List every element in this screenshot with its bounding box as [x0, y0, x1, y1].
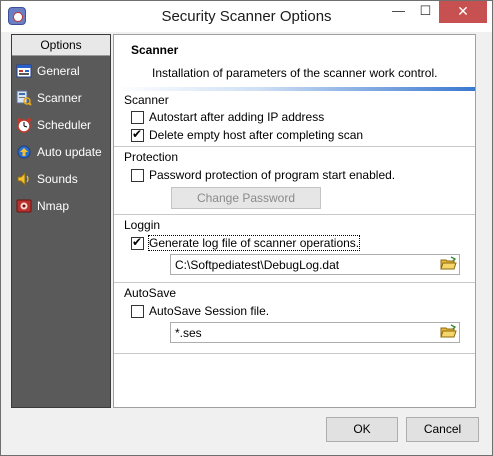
autostart-checkbox[interactable]	[131, 111, 144, 124]
maximize-button[interactable]: ☐	[412, 1, 439, 23]
sidebar-item-label: Scheduler	[37, 118, 92, 132]
open-folder-icon[interactable]	[440, 324, 457, 340]
autostart-label[interactable]: Autostart after adding IP address	[149, 110, 324, 124]
change-password-button[interactable]: Change Password	[171, 187, 321, 209]
scanner-icon	[16, 90, 32, 106]
log-file-path[interactable]: C:\Softpediatest\DebugLog.dat	[175, 258, 339, 272]
sidebar-item-sounds[interactable]: Sounds	[12, 168, 110, 192]
close-button[interactable]: ✕	[439, 1, 487, 23]
sidebar-item-label: Scanner	[37, 91, 82, 105]
section-header: Scanner Installation of parameters of th…	[114, 35, 475, 87]
autosave-group: AutoSave AutoSave Session file. *.ses	[114, 286, 475, 354]
options-sidebar: Options General Scanner Scheduler Auto u…	[11, 34, 111, 408]
sidebar-header: Options	[12, 35, 110, 56]
generate-log-checkbox[interactable]	[131, 235, 144, 250]
dialog-footer: OK Cancel	[1, 411, 492, 455]
general-icon	[16, 64, 32, 78]
sidebar-item-general[interactable]: General	[12, 60, 110, 84]
sidebar-item-scheduler[interactable]: Scheduler	[12, 114, 110, 138]
sidebar-item-auto-update[interactable]: Auto update	[12, 141, 110, 165]
group-title: AutoSave	[124, 286, 177, 300]
generate-log-label[interactable]: Generate log file of scanner operations.	[147, 235, 361, 251]
minimize-button[interactable]: —	[385, 1, 412, 23]
session-file-path[interactable]: *.ses	[175, 326, 202, 340]
autosave-session-label[interactable]: AutoSave Session file.	[149, 304, 269, 318]
speaker-icon	[17, 171, 29, 187]
group-title: Protection	[124, 150, 179, 164]
sidebar-item-label: General	[37, 64, 80, 78]
nmap-icon	[16, 199, 32, 213]
section-title: Scanner	[131, 43, 179, 57]
group-title: Scanner	[124, 93, 169, 107]
scanner-group: Scanner Autostart after adding IP addres…	[114, 93, 475, 147]
sidebar-item-nmap[interactable]: Nmap	[12, 195, 110, 219]
sidebar-item-label: Auto update	[37, 145, 102, 159]
update-icon	[17, 145, 31, 159]
cancel-button[interactable]: Cancel	[406, 417, 479, 442]
sidebar-item-label: Sounds	[37, 172, 78, 186]
session-file-path-field[interactable]: *.ses	[170, 322, 460, 343]
ok-button[interactable]: OK	[326, 417, 398, 442]
sidebar-item-scanner[interactable]: Scanner	[12, 87, 110, 111]
password-protection-checkbox[interactable]	[131, 169, 144, 182]
clock-icon	[17, 118, 31, 133]
sidebar-item-label: Nmap	[37, 199, 70, 213]
log-file-path-field[interactable]: C:\Softpediatest\DebugLog.dat	[170, 254, 460, 275]
group-title: Loggin	[124, 218, 161, 232]
delete-empty-host-checkbox[interactable]	[131, 127, 144, 142]
section-description: Installation of parameters of the scanne…	[152, 66, 438, 80]
delete-empty-host-label[interactable]: Delete empty host after completing scan	[149, 128, 363, 142]
title-bar[interactable]: Security Scanner Options — ☐ ✕	[1, 1, 492, 32]
open-folder-icon[interactable]	[440, 256, 457, 272]
password-protection-label[interactable]: Password protection of program start ena…	[149, 168, 395, 182]
options-window: Security Scanner Options — ☐ ✕ Options G…	[0, 0, 493, 456]
logging-group: Loggin Generate log file of scanner oper…	[114, 218, 475, 283]
scanner-options-panel: Scanner Installation of parameters of th…	[113, 34, 476, 408]
autosave-session-checkbox[interactable]	[131, 305, 144, 318]
protection-group: Protection Password protection of progra…	[114, 150, 475, 215]
header-accent-bar	[114, 87, 475, 91]
